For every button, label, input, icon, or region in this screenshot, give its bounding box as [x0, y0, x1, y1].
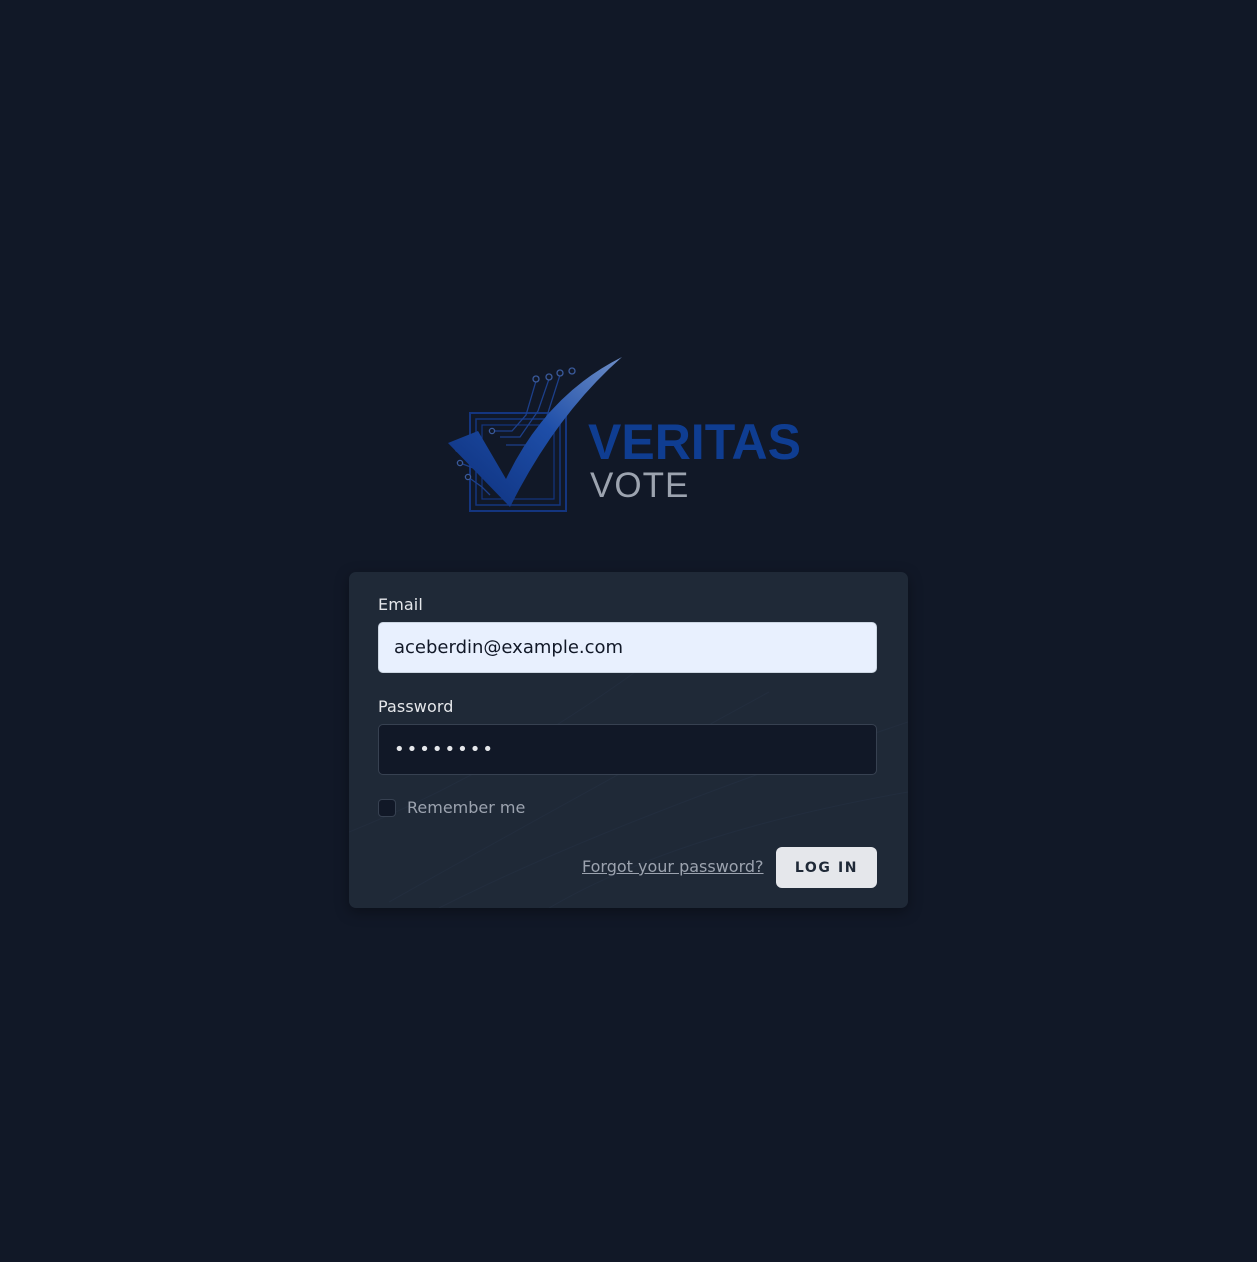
brand-name-secondary: VOTE [590, 466, 689, 505]
login-page: VERITAS VOTE Email Password Remember me … [0, 0, 1257, 1262]
remember-me-label: Remember me [407, 798, 526, 817]
remember-me-row[interactable]: Remember me [378, 798, 525, 817]
forgot-password-link[interactable]: Forgot your password? [582, 857, 764, 876]
login-card: Email Password Remember me Forgot your p… [349, 572, 908, 908]
password-input[interactable] [378, 724, 877, 775]
checkmark-ballot-icon: VERITAS VOTE [448, 357, 801, 512]
login-button[interactable]: LOG IN [776, 847, 877, 888]
password-label: Password [378, 697, 454, 716]
veritas-vote-logo: VERITAS VOTE [446, 355, 816, 517]
email-label: Email [378, 595, 423, 614]
remember-me-checkbox[interactable] [378, 798, 396, 817]
email-input[interactable] [378, 622, 877, 673]
brand-name-primary: VERITAS [588, 414, 801, 470]
